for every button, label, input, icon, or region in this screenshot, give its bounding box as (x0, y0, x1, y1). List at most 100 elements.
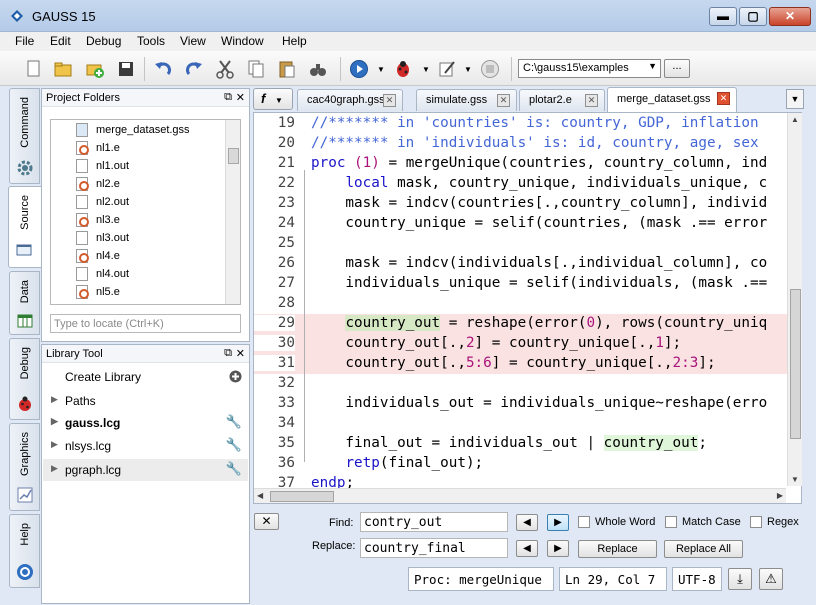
list-item[interactable]: nl3.e (51, 211, 226, 229)
tab-source[interactable]: Source (8, 186, 41, 268)
editor-horizontal-scrollbar[interactable]: ◀ ▶ (254, 488, 786, 503)
library-item-paths[interactable]: ▶ Paths (43, 390, 248, 412)
file-list-scrollbar[interactable] (225, 120, 240, 304)
paste-icon[interactable] (277, 59, 297, 79)
binoculars-icon[interactable] (308, 59, 328, 79)
code-line[interactable]: 24 country_unique = selif(countries, (ma… (254, 214, 787, 234)
save-icon[interactable] (116, 59, 136, 79)
code-line[interactable]: 30 country_out[.,2] = country_unique[.,1… (254, 334, 787, 354)
code-line[interactable]: 31 country_out[.,5:6] = country_unique[.… (254, 354, 787, 374)
find-next-button[interactable]: ▶ (547, 514, 569, 531)
tab-plotar2[interactable]: plotar2.e ✕ (519, 89, 605, 111)
code-line[interactable]: 19 //******* in 'countries' is: country, … (254, 114, 787, 134)
tab-list-button[interactable]: ▼ (786, 89, 804, 109)
minimize-button[interactable]: ▬ (709, 7, 737, 26)
list-item[interactable]: nl1.e (51, 139, 226, 157)
tab-graphics[interactable]: Graphics (9, 423, 40, 511)
code-line[interactable]: 34 (254, 414, 787, 434)
whole-word-checkbox[interactable] (578, 516, 590, 528)
code-line[interactable]: 33 individuals_out = individuals_unique~… (254, 394, 787, 414)
menu-window[interactable]: Window (221, 34, 264, 48)
tab-cac40graph[interactable]: cac40graph.gss ✕ (297, 89, 403, 111)
library-item-gauss[interactable]: ▶ gauss.lcg 🔧 (43, 412, 248, 434)
replace-button[interactable]: Replace (578, 540, 657, 558)
status-action-button[interactable]: ⤓ (728, 568, 752, 590)
edit-dropdown-icon[interactable]: ▼ (458, 59, 478, 79)
code-line[interactable]: 23 mask = indcv(countries[.,country_colu… (254, 194, 787, 214)
close-tab-icon[interactable]: ✕ (717, 92, 730, 105)
tab-simulate[interactable]: simulate.gss ✕ (416, 89, 517, 111)
library-item-pgraph[interactable]: ▶ pgraph.lcg 🔧 (43, 459, 248, 481)
edit-icon[interactable] (437, 59, 457, 79)
menu-view[interactable]: View (180, 34, 206, 48)
close-panel-icon[interactable]: ✕ (236, 91, 245, 104)
list-item[interactable]: nl4.e (51, 247, 226, 265)
match-case-checkbox[interactable] (665, 516, 677, 528)
close-tab-icon[interactable]: ✕ (585, 94, 598, 107)
copy-icon[interactable] (246, 59, 266, 79)
wrench-icon[interactable]: 🔧 (226, 461, 242, 477)
list-item[interactable]: nl5.e (51, 283, 226, 301)
library-item-nlsys[interactable]: ▶ nlsys.lcg 🔧 (43, 435, 248, 457)
scroll-down-icon[interactable]: ▼ (791, 475, 799, 484)
menu-edit[interactable]: Edit (50, 34, 71, 48)
menu-tools[interactable]: Tools (137, 34, 165, 48)
debug-dropdown-icon[interactable]: ▼ (416, 59, 436, 79)
list-item[interactable]: nl4.out (51, 265, 226, 283)
debug-icon[interactable] (393, 59, 413, 79)
cut-icon[interactable] (215, 59, 235, 79)
list-item[interactable]: merge_dataset.gss (51, 121, 226, 139)
undo-icon[interactable] (153, 59, 173, 79)
wrench-icon[interactable]: 🔧 (226, 437, 242, 453)
expand-arrow-icon[interactable]: ▶ (51, 439, 58, 450)
close-tab-icon[interactable]: ✕ (497, 94, 510, 107)
tab-debug[interactable]: Debug (9, 338, 40, 420)
expand-arrow-icon[interactable]: ▶ (51, 463, 58, 474)
expand-arrow-icon[interactable]: ▶ (51, 416, 58, 427)
tab-command[interactable]: Command (9, 88, 40, 184)
menu-file[interactable]: File (15, 34, 34, 48)
code-line[interactable]: 32 (254, 374, 787, 394)
close-window-button[interactable]: ✕ (769, 7, 811, 26)
list-item[interactable]: nl1.out (51, 157, 226, 175)
stop-icon[interactable] (480, 59, 500, 79)
scroll-left-icon[interactable]: ◀ (257, 491, 263, 500)
browse-directory-button[interactable]: ... (664, 59, 690, 78)
new-file-icon[interactable] (23, 59, 43, 79)
status-warning-button[interactable]: ⚠ (759, 568, 783, 590)
find-previous-button[interactable]: ◀ (516, 514, 538, 531)
scroll-right-icon[interactable]: ▶ (777, 491, 783, 500)
tab-merge-dataset[interactable]: merge_dataset.gss ✕ (607, 87, 737, 112)
wrench-icon[interactable]: 🔧 (226, 414, 242, 430)
list-item[interactable]: nl3.out (51, 229, 226, 247)
editor-vertical-scrollbar[interactable]: ▲ ▼ (787, 113, 802, 486)
scrollbar-thumb[interactable] (790, 289, 801, 439)
working-directory-combo[interactable]: C:\gauss15\examples ▼ (518, 59, 661, 78)
find-input[interactable]: contry_out (360, 512, 508, 532)
scrollbar-thumb[interactable] (228, 148, 239, 164)
replace-all-button[interactable]: Replace All (664, 540, 743, 558)
run-dropdown-icon[interactable]: ▼ (371, 59, 391, 79)
code-line[interactable]: 27 individuals_unique = selif(individual… (254, 274, 787, 294)
code-line[interactable]: 22 local mask, country_unique, individua… (254, 174, 787, 194)
code-line[interactable]: 29 country_out = reshape(error(0), rows(… (254, 314, 787, 334)
function-list-button[interactable]: f ▼ (253, 88, 293, 110)
replace-next-button[interactable]: ▶ (547, 540, 569, 557)
code-line[interactable]: 25 (254, 234, 787, 254)
scroll-up-icon[interactable]: ▲ (791, 115, 799, 124)
menu-debug[interactable]: Debug (86, 34, 121, 48)
run-icon[interactable] (349, 59, 369, 79)
tab-data[interactable]: Data (9, 271, 40, 335)
float-panel-icon[interactable]: ⧉ (224, 347, 232, 360)
code-editor[interactable]: 19 //******* in 'countries' is: country, … (253, 112, 802, 504)
new-project-icon[interactable] (85, 59, 105, 79)
create-library-row[interactable]: Create Library (43, 366, 248, 388)
tab-help[interactable]: Help (9, 514, 40, 588)
replace-input[interactable]: country_final (360, 538, 508, 558)
scrollbar-thumb[interactable] (270, 491, 334, 502)
menu-help[interactable]: Help (282, 34, 307, 48)
open-folder-icon[interactable] (53, 59, 73, 79)
close-find-button[interactable]: ✕ (254, 513, 279, 530)
float-panel-icon[interactable]: ⧉ (224, 91, 232, 104)
regex-checkbox[interactable] (750, 516, 762, 528)
